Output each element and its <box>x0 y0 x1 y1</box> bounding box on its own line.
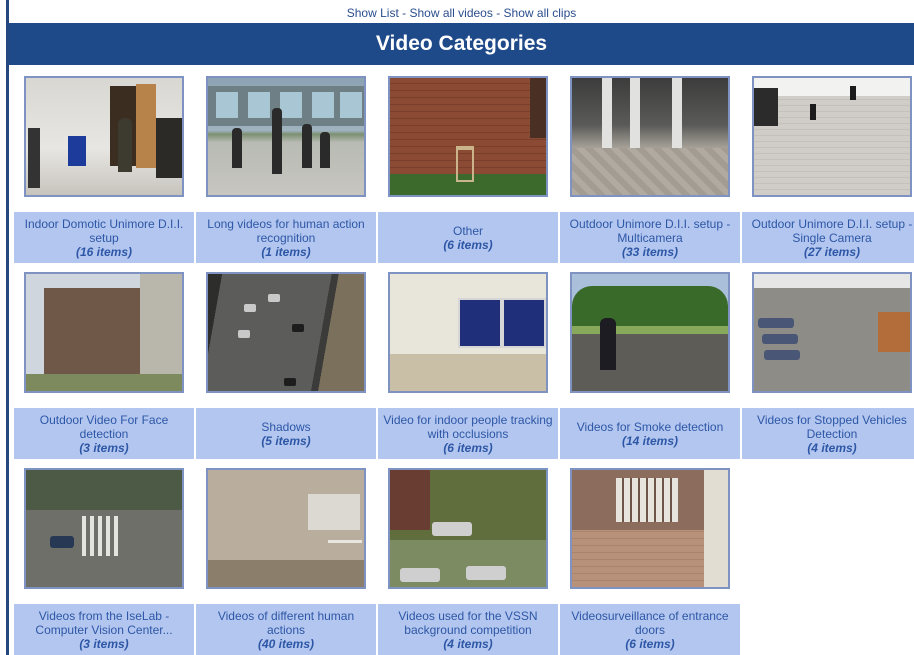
item-count: (3 items) <box>79 440 129 455</box>
category-thumbnail[interactable] <box>388 468 548 589</box>
category-thumbnail[interactable] <box>752 272 912 393</box>
category-thumbnail[interactable] <box>570 76 730 197</box>
category-thumbnail[interactable] <box>24 468 184 589</box>
category-thumbnail[interactable] <box>752 76 912 197</box>
item-count: (4 items) <box>443 636 493 651</box>
category-thumbnail[interactable] <box>206 76 366 197</box>
category-thumbnail[interactable] <box>388 272 548 393</box>
category-name[interactable]: Long videos for human action recognition <box>198 217 374 245</box>
item-count: (6 items) <box>443 440 493 455</box>
top-links: Show List - Show all videos - Show all c… <box>9 6 914 20</box>
category-name[interactable]: Video for indoor people tracking with oc… <box>380 413 556 441</box>
category-card[interactable]: Outdoor Unimore D.I.I. setup - Multicame… <box>560 67 742 263</box>
category-card[interactable]: Other (6 items) <box>378 67 560 263</box>
item-count: (4 items) <box>807 440 857 455</box>
category-thumbnail[interactable] <box>206 272 366 393</box>
category-name[interactable]: Videosurveillance of entrance doors <box>562 609 738 637</box>
category-grid: Indoor Domotic Unimore D.I.I. setup (16 i… <box>14 67 914 655</box>
item-count: (16 items) <box>75 244 133 259</box>
show-list-link[interactable]: Show List <box>347 6 399 20</box>
left-border <box>0 0 9 655</box>
category-thumbnail[interactable] <box>24 272 184 393</box>
category-card[interactable]: Outdoor Unimore D.I.I. setup - Single Ca… <box>742 67 914 263</box>
category-name[interactable]: Videos for Stopped Vehicles Detection <box>744 413 914 441</box>
item-count: (33 items) <box>621 244 679 259</box>
category-name[interactable]: Videos for Smoke detection <box>577 420 724 434</box>
item-count: (5 items) <box>261 433 311 448</box>
category-card[interactable]: Videos from the IseLab - Computer Vision… <box>14 459 196 655</box>
category-name[interactable]: Other <box>453 224 483 238</box>
category-name[interactable]: Videos used for the VSSN background comp… <box>380 609 556 637</box>
separator: - <box>496 6 501 20</box>
category-card[interactable]: Videosurveillance of entrance doors (6 it… <box>560 459 742 655</box>
show-all-clips-link[interactable]: Show all clips <box>504 6 577 20</box>
category-name[interactable]: Outdoor Video For Face detection <box>16 413 192 441</box>
item-count: (14 items) <box>621 433 679 448</box>
category-card[interactable]: Videos for Smoke detection (14 items) <box>560 263 742 459</box>
category-thumbnail[interactable] <box>206 468 366 589</box>
category-name[interactable]: Indoor Domotic Unimore D.I.I. setup <box>16 217 192 245</box>
category-card[interactable]: Videos used for the VSSN background comp… <box>378 459 560 655</box>
separator: - <box>402 6 407 20</box>
item-count: (6 items) <box>625 636 675 651</box>
category-card[interactable]: Shadows (5 items) <box>196 263 378 459</box>
item-count: (6 items) <box>443 237 493 252</box>
category-name[interactable]: Outdoor Unimore D.I.I. setup - Single Ca… <box>744 217 914 245</box>
item-count: (3 items) <box>79 636 129 651</box>
category-thumbnail[interactable] <box>570 272 730 393</box>
item-count: (27 items) <box>803 244 861 259</box>
category-card[interactable]: Video for indoor people tracking with oc… <box>378 263 560 459</box>
category-name[interactable]: Videos from the IseLab - Computer Vision… <box>16 609 192 637</box>
category-card[interactable]: Videos of different human actions (40 ite… <box>196 459 378 655</box>
category-name[interactable]: Shadows <box>261 420 310 434</box>
category-thumbnail[interactable] <box>388 76 548 197</box>
category-name[interactable]: Videos of different human actions <box>198 609 374 637</box>
category-thumbnail[interactable] <box>570 468 730 589</box>
item-count: (40 items) <box>257 636 315 651</box>
category-thumbnail[interactable] <box>24 76 184 197</box>
page-title: Video Categories <box>9 23 914 65</box>
show-all-videos-link[interactable]: Show all videos <box>409 6 492 20</box>
category-name[interactable]: Outdoor Unimore D.I.I. setup - Multicame… <box>562 217 738 245</box>
category-card[interactable]: Videos for Stopped Vehicles Detection (4 … <box>742 263 914 459</box>
category-card[interactable]: Long videos for human action recognition… <box>196 67 378 263</box>
category-card[interactable]: Outdoor Video For Face detection (3 items… <box>14 263 196 459</box>
item-count: (1 items) <box>261 244 311 259</box>
category-card[interactable]: Indoor Domotic Unimore D.I.I. setup (16 i… <box>14 67 196 263</box>
